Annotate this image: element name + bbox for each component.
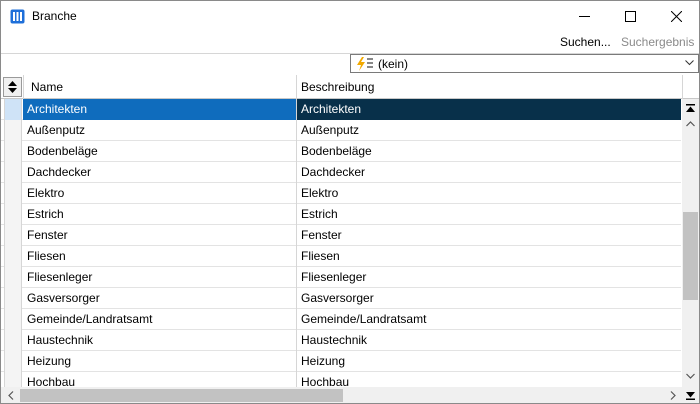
- chevron-down-icon: [685, 60, 694, 66]
- table-row[interactable]: Heizung Heizung: [1, 351, 681, 372]
- grid-header: Name Beschreibung: [1, 75, 699, 99]
- scroll-to-bottom-button[interactable]: [682, 387, 699, 403]
- cell-description[interactable]: Fliesenleger: [297, 267, 681, 288]
- sort-updown-icon: [8, 81, 17, 93]
- table-row[interactable]: Außenputz Außenputz: [1, 120, 681, 141]
- maximize-icon: [624, 10, 636, 22]
- lightning-list-icon: [357, 57, 373, 71]
- cell-description[interactable]: Fenster: [297, 225, 681, 246]
- cell-name[interactable]: Estrich: [23, 204, 297, 225]
- vertical-scroll-thumb[interactable]: [683, 212, 698, 300]
- minimize-button[interactable]: [561, 1, 607, 31]
- filter-dropdown[interactable]: (kein): [350, 54, 699, 73]
- grid-app-icon: [10, 9, 25, 24]
- scroll-bottom-icon: [686, 392, 695, 400]
- row-selector[interactable]: [4, 183, 22, 204]
- cell-description[interactable]: Elektro: [297, 183, 681, 204]
- row-selector[interactable]: [4, 225, 22, 246]
- row-selector[interactable]: [4, 288, 22, 309]
- cell-name[interactable]: Elektro: [23, 183, 297, 204]
- cell-name[interactable]: Dachdecker: [23, 162, 297, 183]
- table-row[interactable]: Bodenbeläge Bodenbeläge: [1, 141, 681, 162]
- chevron-up-icon: [686, 121, 695, 127]
- title-bar: Branche: [1, 1, 699, 31]
- cell-name[interactable]: Fliesenleger: [23, 267, 297, 288]
- branche-window: Branche Suchen... Suchergebnis (kein) Na…: [0, 0, 700, 404]
- table-row[interactable]: Gemeinde/Landratsamt Gemeinde/Landratsamt: [1, 309, 681, 330]
- cell-description[interactable]: Gemeinde/Landratsamt: [297, 309, 681, 330]
- filter-spacer: [1, 54, 348, 73]
- table-row[interactable]: Architekten Architekten: [1, 99, 681, 120]
- row-selector[interactable]: [4, 204, 22, 225]
- cell-name[interactable]: Fliesen: [23, 246, 297, 267]
- table-row[interactable]: Fenster Fenster: [1, 225, 681, 246]
- cell-description[interactable]: Haustechnik: [297, 330, 681, 351]
- horizontal-scrollbar[interactable]: [1, 387, 682, 403]
- scroll-up-button[interactable]: [682, 117, 699, 131]
- toolbar: Suchen... Suchergebnis: [1, 31, 699, 53]
- branche-grid: Name Beschreibung Architekten Architekten…: [1, 75, 699, 403]
- table-row[interactable]: Fliesen Fliesen: [1, 246, 681, 267]
- filter-selected-value: (kein): [378, 57, 409, 71]
- horizontal-scroll-thumb[interactable]: [20, 389, 343, 402]
- cell-name[interactable]: Architekten: [23, 99, 297, 120]
- row-selector[interactable]: [4, 162, 22, 183]
- scroll-down-button[interactable]: [682, 369, 699, 383]
- column-header-description[interactable]: Beschreibung: [297, 75, 683, 99]
- cell-name[interactable]: Bodenbeläge: [23, 141, 297, 162]
- cell-name[interactable]: Gasversorger: [23, 288, 297, 309]
- scroll-right-button[interactable]: [666, 387, 680, 403]
- cell-description[interactable]: Architekten: [297, 99, 681, 120]
- row-selector[interactable]: [4, 330, 22, 351]
- table-row[interactable]: Estrich Estrich: [1, 204, 681, 225]
- row-selector[interactable]: [4, 351, 22, 372]
- search-button[interactable]: Suchen...: [560, 35, 611, 49]
- filter-row: (kein): [1, 53, 699, 73]
- row-selector[interactable]: [4, 267, 22, 288]
- close-button[interactable]: [653, 1, 699, 31]
- table-row[interactable]: Haustechnik Haustechnik: [1, 330, 681, 351]
- row-selector[interactable]: [4, 246, 22, 267]
- chevron-down-icon: [686, 373, 695, 379]
- table-row[interactable]: Fliesenleger Fliesenleger: [1, 267, 681, 288]
- window-title: Branche: [32, 9, 77, 23]
- table-row[interactable]: Elektro Elektro: [1, 183, 681, 204]
- cell-description[interactable]: Fliesen: [297, 246, 681, 267]
- cell-name[interactable]: Außenputz: [23, 120, 297, 141]
- row-selector[interactable]: [4, 309, 22, 330]
- scroll-left-button[interactable]: [4, 387, 18, 403]
- minimize-icon: [578, 15, 590, 17]
- cell-description[interactable]: Außenputz: [297, 120, 681, 141]
- row-selector[interactable]: [4, 120, 22, 141]
- cell-name[interactable]: Heizung: [23, 351, 297, 372]
- close-icon: [670, 10, 682, 22]
- scroll-top-icon: [686, 103, 695, 112]
- search-result-button[interactable]: Suchergebnis: [621, 35, 694, 49]
- cell-description[interactable]: Bodenbeläge: [297, 141, 681, 162]
- sort-button[interactable]: [3, 77, 22, 97]
- table-row[interactable]: Dachdecker Dachdecker: [1, 162, 681, 183]
- cell-name[interactable]: Haustechnik: [23, 330, 297, 351]
- chevron-right-icon: [670, 391, 676, 400]
- grid-rows: Architekten Architekten Außenputz Außenputz…: [1, 99, 681, 389]
- cell-description[interactable]: Dachdecker: [297, 162, 681, 183]
- maximize-button[interactable]: [607, 1, 653, 31]
- cell-description[interactable]: Heizung: [297, 351, 681, 372]
- row-selector[interactable]: [4, 99, 22, 120]
- cell-description[interactable]: Gasversorger: [297, 288, 681, 309]
- row-selector[interactable]: [4, 141, 22, 162]
- scroll-to-top-button[interactable]: [682, 101, 699, 115]
- vertical-scrollbar[interactable]: [682, 99, 699, 389]
- chevron-left-icon: [8, 391, 14, 400]
- cell-name[interactable]: Fenster: [23, 225, 297, 246]
- column-header-name[interactable]: Name: [23, 75, 297, 99]
- cell-description[interactable]: Estrich: [297, 204, 681, 225]
- table-row[interactable]: Gasversorger Gasversorger: [1, 288, 681, 309]
- cell-name[interactable]: Gemeinde/Landratsamt: [23, 309, 297, 330]
